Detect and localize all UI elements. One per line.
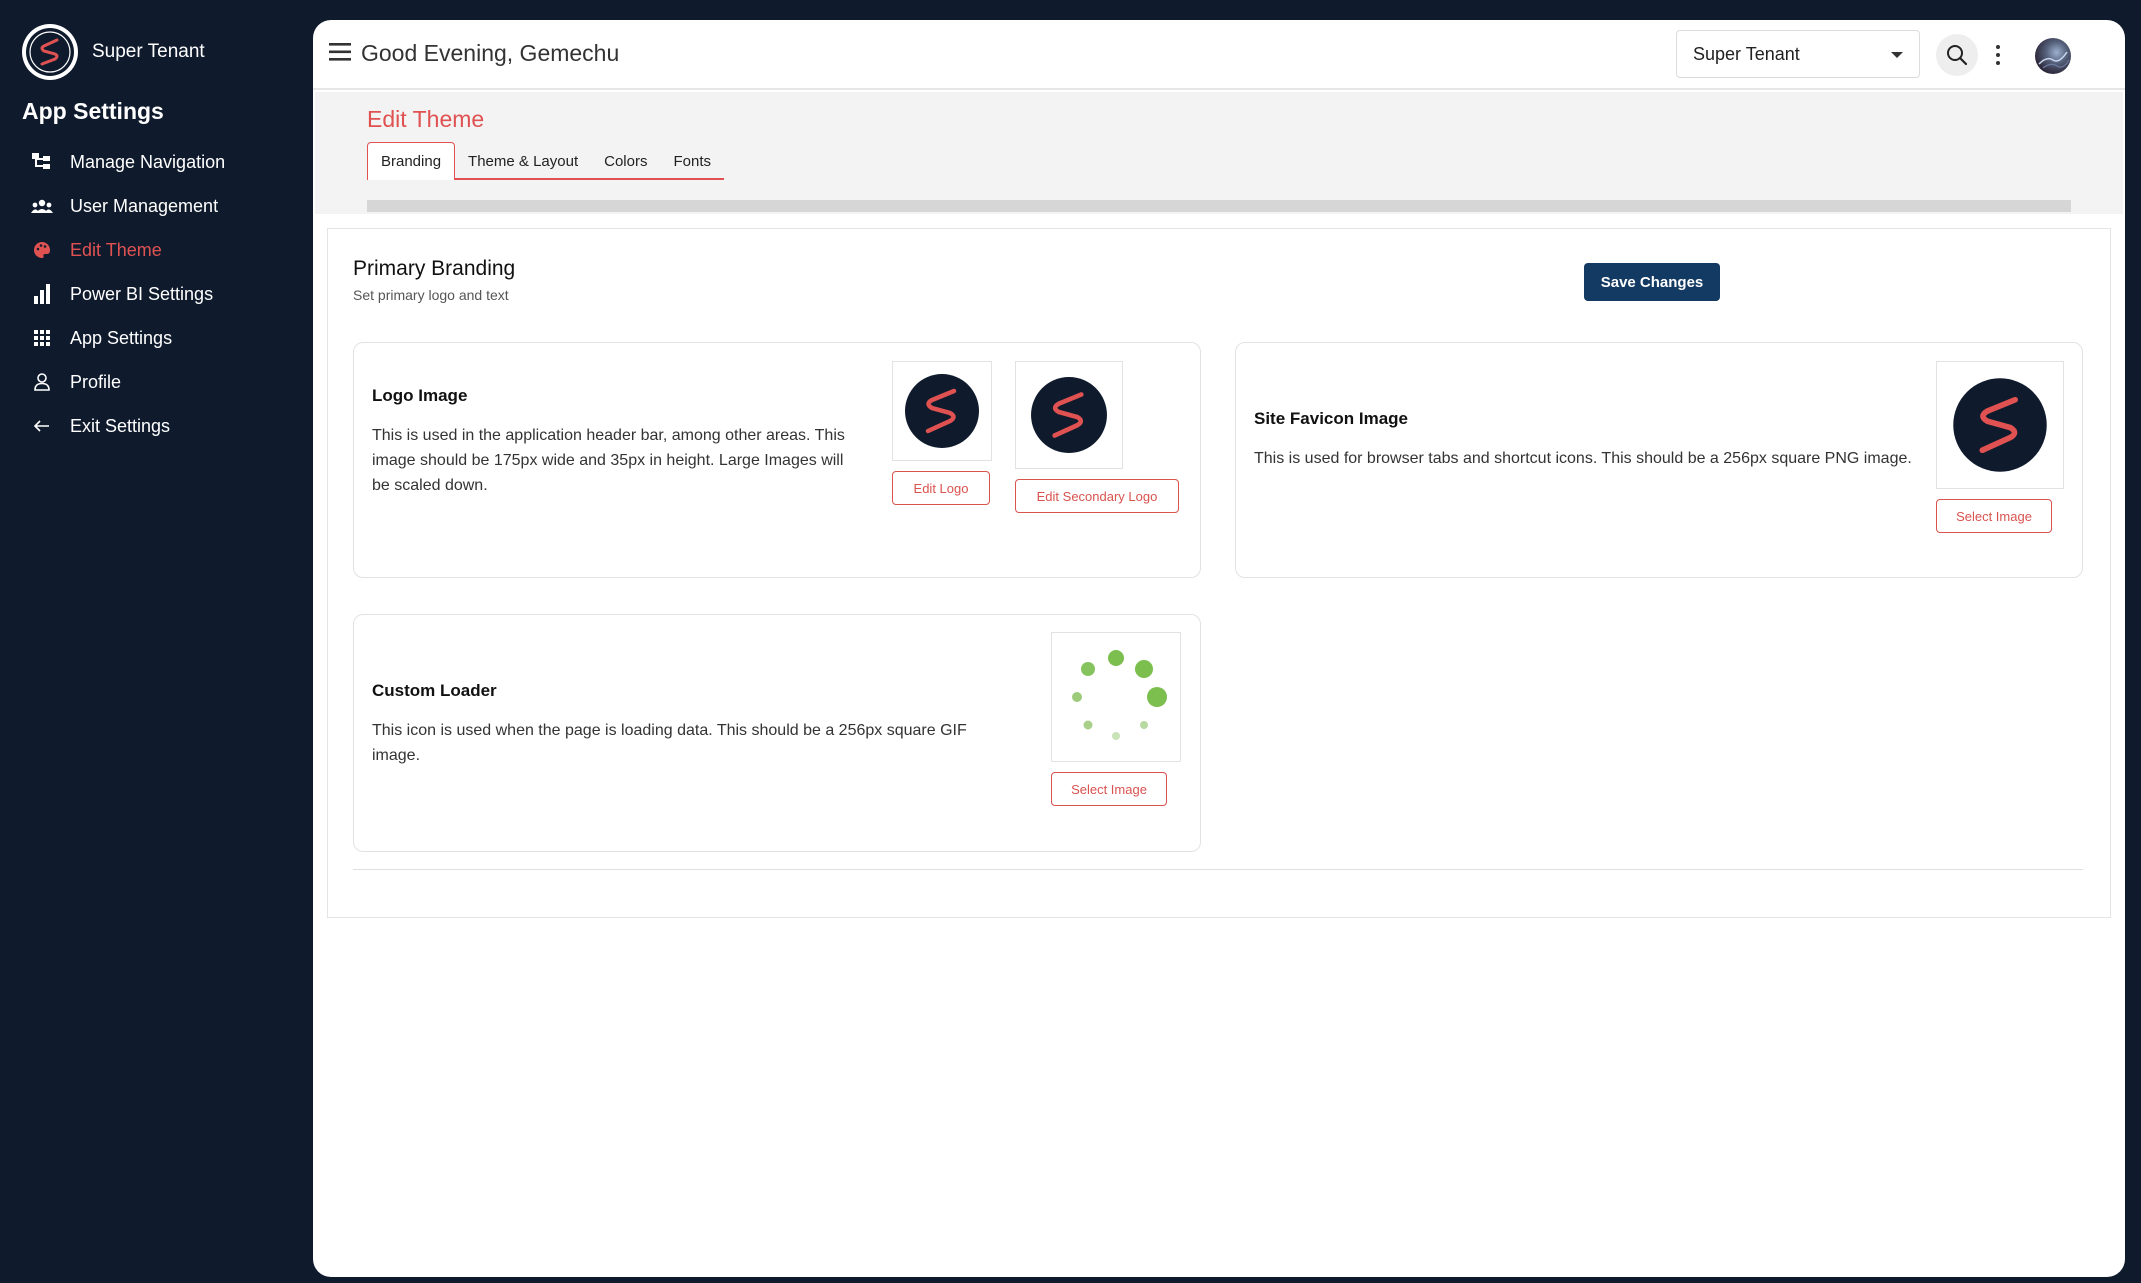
sidebar-item-label: Exit Settings xyxy=(70,415,171,436)
logo-image-icon xyxy=(905,374,979,448)
brand-logo-icon xyxy=(22,24,78,80)
page-title: Edit Theme xyxy=(367,106,485,132)
palette-icon xyxy=(30,238,54,262)
sidebar-item-label: Profile xyxy=(70,371,122,392)
sidebar-item-profile[interactable]: Profile xyxy=(30,360,300,404)
sidebar-item-label: Manage Navigation xyxy=(70,151,226,172)
horizontal-scrollbar[interactable] xyxy=(367,200,2071,212)
custom-loader-card: Custom Loader This icon is used when the… xyxy=(353,614,1201,852)
tab-fonts[interactable]: Fonts xyxy=(660,142,724,180)
sidebar-item-manage-navigation[interactable]: Manage Navigation xyxy=(30,140,300,184)
sidebar-item-label: User Management xyxy=(70,195,219,216)
bar-chart-icon xyxy=(30,282,54,306)
card-description: This is used in the application header b… xyxy=(372,427,845,494)
tenant-select-value: Super Tenant xyxy=(1693,43,1800,64)
sidebar-item-label: Edit Theme xyxy=(70,239,162,260)
grid-icon xyxy=(30,326,54,350)
favicon-image-icon xyxy=(1953,378,2047,472)
sitemap-icon xyxy=(30,150,54,174)
search-button[interactable] xyxy=(1936,34,1978,76)
sidebar-item-exit-settings[interactable]: Exit Settings xyxy=(30,404,300,448)
brand[interactable]: Super Tenant xyxy=(22,24,205,80)
logo-image-card: Logo Image This is used in the applicati… xyxy=(353,342,1201,578)
sidebar: Super Tenant App Settings Manage Navigat… xyxy=(0,20,312,1283)
sidebar-title: App Settings xyxy=(22,98,164,124)
main-panel: Good Evening, Gemechu Super Tenant Edit … xyxy=(313,20,2125,1277)
branding-panel: Primary Branding Set primary logo and te… xyxy=(327,228,2111,918)
sidebar-item-label: Power BI Settings xyxy=(70,283,214,304)
loading-spinner-icon xyxy=(1072,650,1167,740)
card-description: This is used for browser tabs and shortc… xyxy=(1254,450,1912,467)
hamburger-menu-icon[interactable] xyxy=(329,42,353,62)
tenant-select[interactable]: Super Tenant xyxy=(1676,30,1920,78)
avatar[interactable] xyxy=(2035,38,2071,74)
secondary-logo-preview xyxy=(1015,361,1123,469)
sidebar-nav: Manage Navigation User Management Edit T… xyxy=(30,140,300,448)
section-subtitle: Set primary logo and text xyxy=(353,287,509,303)
card-description: This icon is used when the page is loadi… xyxy=(372,722,967,764)
favicon-preview xyxy=(1936,361,2064,489)
section-title: Primary Branding xyxy=(353,257,516,280)
tab-colors[interactable]: Colors xyxy=(591,142,660,180)
top-header: Good Evening, Gemechu Super Tenant xyxy=(313,20,2125,90)
logo-preview xyxy=(892,361,992,461)
tab-theme-layout[interactable]: Theme & Layout xyxy=(455,142,591,180)
select-favicon-button[interactable]: Select Image xyxy=(1936,499,2052,533)
brand-name: Super Tenant xyxy=(92,41,205,62)
section-divider xyxy=(353,869,2083,870)
greeting-text: Good Evening, Gemechu xyxy=(361,40,620,66)
sidebar-item-user-management[interactable]: User Management xyxy=(30,184,300,228)
edit-logo-button[interactable]: Edit Logo xyxy=(892,471,990,505)
save-changes-button[interactable]: Save Changes xyxy=(1584,263,1720,301)
card-title: Logo Image xyxy=(372,386,468,405)
tab-branding[interactable]: Branding xyxy=(367,142,456,180)
sidebar-item-power-bi-settings[interactable]: Power BI Settings xyxy=(30,272,300,316)
card-title: Site Favicon Image xyxy=(1254,409,1408,428)
sidebar-item-label: App Settings xyxy=(70,327,173,348)
window-top-strip xyxy=(0,0,2141,20)
select-loader-button[interactable]: Select Image xyxy=(1051,772,1167,806)
sidebar-item-edit-theme[interactable]: Edit Theme xyxy=(30,228,300,272)
more-vert-icon[interactable] xyxy=(1993,42,2003,68)
edit-secondary-logo-button[interactable]: Edit Secondary Logo xyxy=(1015,479,1179,513)
person-icon xyxy=(30,370,54,394)
card-title: Custom Loader xyxy=(372,681,497,700)
caret-down-icon xyxy=(1891,52,1903,58)
page-subheader: Edit Theme Branding Theme & Layout Color… xyxy=(315,92,2123,214)
loader-preview xyxy=(1051,632,1181,762)
site-favicon-card: Site Favicon Image This is used for brow… xyxy=(1235,342,2083,578)
sidebar-item-app-settings[interactable]: App Settings xyxy=(30,316,300,360)
arrow-left-icon xyxy=(30,414,54,438)
search-icon xyxy=(1947,45,1968,66)
tab-bar: Branding Theme & Layout Colors Fonts xyxy=(367,142,724,180)
secondary-logo-image-icon xyxy=(1031,377,1107,453)
users-icon xyxy=(30,194,54,218)
